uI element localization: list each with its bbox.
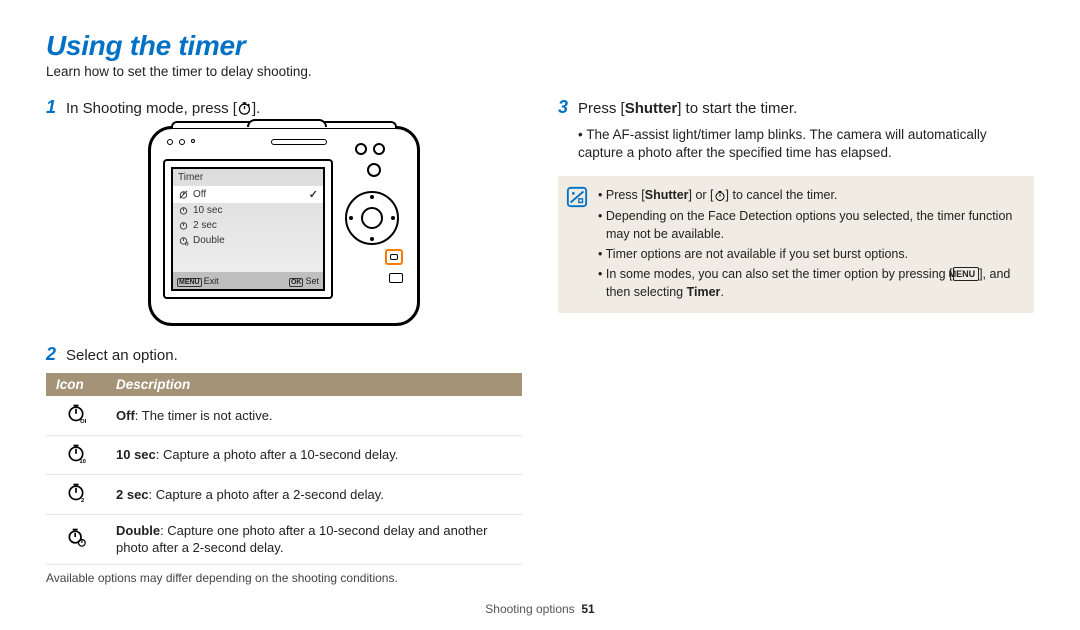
timer-off-icon: OFF (46, 396, 106, 435)
content-columns: 1 In Shooting mode, press []. Ti (46, 97, 1034, 585)
step-number: 2 (46, 344, 66, 365)
menu-item-10sec: 10 sec (173, 203, 323, 218)
page-title: Using the timer (46, 30, 1034, 62)
step-text: Press [Shutter] to start the timer. (578, 100, 1034, 117)
page-footer: Shooting options 51 (0, 602, 1080, 616)
timer-double-icon (46, 514, 106, 564)
table-footnote: Available options may differ depending o… (46, 571, 522, 585)
control-wheel (345, 191, 399, 245)
right-column: 3 Press [Shutter] to start the timer. Th… (558, 97, 1034, 585)
menu-title: Timer (173, 169, 323, 186)
page-intro: Learn how to set the timer to delay shoo… (46, 64, 1034, 79)
timer-2sec-icon: 2 (46, 475, 106, 515)
left-column: 1 In Shooting mode, press []. Ti (46, 97, 522, 585)
svg-text:OFF: OFF (80, 419, 86, 423)
menu-bottom-bar: MENUExit OKSet (173, 272, 323, 289)
table-row: 2 2 sec: Capture a photo after a 2-secon… (46, 475, 522, 515)
info-box: Press [Shutter] or [] to cancel the time… (558, 176, 1034, 313)
svg-text:10: 10 (79, 459, 85, 463)
camera-illustration: Timer Off ✓ 10 sec (46, 126, 522, 326)
menu-glyph: MENU (953, 267, 980, 281)
step-number: 3 (558, 97, 578, 118)
step-1: 1 In Shooting mode, press []. (46, 97, 522, 118)
info-item: Depending on the Face Detection options … (598, 207, 1022, 243)
step-text: In Shooting mode, press []. (66, 100, 522, 117)
timer-icon (714, 190, 726, 202)
info-list: Press [Shutter] or [] to cancel the time… (598, 186, 1022, 303)
info-item: Press [Shutter] or [] to cancel the time… (598, 186, 1022, 204)
table-row: 10 10 sec: Capture a photo after a 10-se… (46, 435, 522, 475)
timer-10sec-icon: 10 (46, 435, 106, 475)
menu-item-off: Off ✓ (173, 186, 323, 203)
svg-text:2: 2 (81, 498, 85, 502)
timer-icon (237, 101, 252, 116)
menu-item-double: Double (173, 233, 323, 248)
col-icon: Icon (46, 373, 106, 396)
camera-body: Timer Off ✓ 10 sec (148, 126, 420, 326)
col-description: Description (106, 373, 522, 396)
step-3: 3 Press [Shutter] to start the timer. (558, 97, 1034, 118)
manual-page: Using the timer Learn how to set the tim… (0, 0, 1080, 630)
step-text: Select an option. (66, 347, 522, 364)
menu-item-2sec: 2 sec (173, 218, 323, 233)
options-table: Icon Description OFF Off: The timer is n… (46, 373, 522, 565)
info-item: In some modes, you can also set the time… (598, 265, 1022, 301)
table-row: OFF Off: The timer is not active. (46, 396, 522, 435)
step-3-detail: The AF-assist light/timer lamp blinks. T… (558, 126, 1034, 162)
checkmark-icon: ✓ (309, 188, 318, 201)
step-number: 1 (46, 97, 66, 118)
table-row: Double: Capture one photo after a 10-sec… (46, 514, 522, 564)
step-2: 2 Select an option. (46, 344, 522, 365)
highlighted-timer-button (385, 249, 403, 265)
info-item: Timer options are not available if you s… (598, 245, 1022, 263)
camera-screen: Timer Off ✓ 10 sec (163, 159, 333, 299)
note-icon (566, 186, 588, 303)
